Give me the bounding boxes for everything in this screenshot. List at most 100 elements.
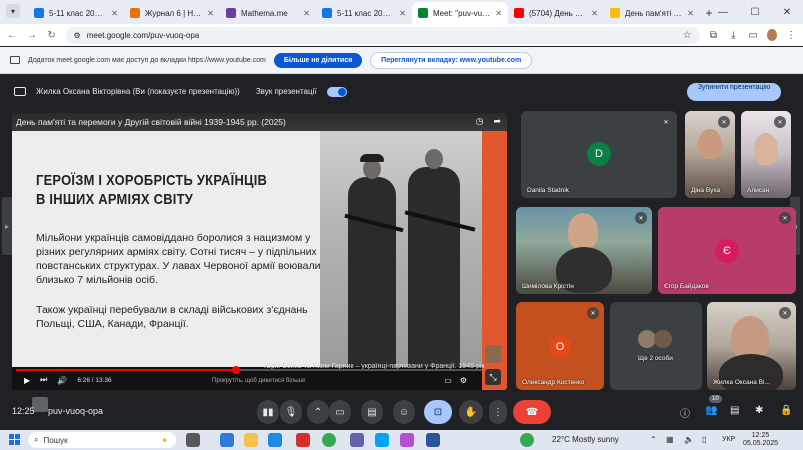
host-controls-icon[interactable]: 🔒 bbox=[780, 405, 792, 416]
forward-arrow-icon[interactable]: → bbox=[26, 28, 38, 42]
windows-start-icon[interactable] bbox=[9, 434, 20, 445]
presentation-sound-toggle[interactable] bbox=[326, 86, 347, 97]
task-view-icon[interactable] bbox=[186, 433, 200, 447]
teams-icon[interactable] bbox=[350, 433, 364, 447]
tab-youtube[interactable]: (5704) День пам'ят ✕ bbox=[508, 2, 604, 24]
chevron-left-icon[interactable]: ▸ bbox=[2, 197, 12, 255]
close-icon[interactable]: ✕ bbox=[687, 9, 694, 18]
back-arrow-icon[interactable]: ← bbox=[6, 28, 18, 42]
participant-tile[interactable]: ✕ Шимілова Крістін bbox=[516, 207, 652, 294]
browser-toolbar: ← → ↻ ⚙ meet.google.com/puv-vuoq-opa ☆ ⧉… bbox=[0, 24, 803, 46]
word-icon[interactable] bbox=[426, 433, 440, 447]
mic-off-icon: ✕ bbox=[660, 116, 672, 128]
participant-tile[interactable]: ✕ Алисан bbox=[741, 111, 791, 198]
audio-levels-icon[interactable]: ▮▮ bbox=[257, 400, 279, 424]
info-icon[interactable]: ⓘ bbox=[680, 405, 690, 420]
tab-day-memory[interactable]: День пам'яті та прим ✕ bbox=[604, 2, 700, 24]
app-icon[interactable] bbox=[375, 433, 389, 447]
more-options-icon[interactable]: ⋮ bbox=[489, 400, 507, 424]
menu-kebab-icon[interactable]: ⋮ bbox=[785, 28, 797, 42]
video-progress-bar[interactable] bbox=[16, 366, 482, 374]
leave-call-icon[interactable]: ☎ bbox=[513, 400, 551, 424]
minimize-button[interactable]: — bbox=[707, 0, 739, 24]
file-explorer-icon[interactable] bbox=[244, 433, 258, 447]
address-bar[interactable]: ⚙ meet.google.com/puv-vuoq-opa ☆ bbox=[65, 26, 700, 44]
microphone-icon[interactable]: 🎙 bbox=[280, 400, 302, 424]
close-icon[interactable]: ✕ bbox=[303, 9, 310, 18]
taskbar-clock[interactable]: 12:25 05.05.2025 bbox=[743, 432, 778, 448]
mail-app-icon[interactable] bbox=[220, 433, 234, 447]
volume-icon[interactable]: 🔈 bbox=[684, 435, 694, 444]
participant-tile[interactable]: ✕ Діна Вуха bbox=[685, 111, 735, 198]
tab-doc-2[interactable]: 5-11 клас 2024 (2).do ✕ bbox=[316, 2, 412, 24]
activities-icon[interactable]: ✱ bbox=[755, 405, 763, 416]
participant-tile[interactable]: О ✕ Олександр Костенко bbox=[516, 302, 604, 390]
url-text: meet.google.com/puv-vuoq-opa bbox=[86, 30, 200, 40]
emoji-icon[interactable]: ☺ bbox=[393, 400, 415, 424]
network-icon[interactable]: ▦ bbox=[666, 435, 674, 444]
screen: ▾ 5-11 клас 2024 (2).do ✕ Журнал 6 | Нов… bbox=[0, 0, 803, 450]
chevron-up-icon[interactable]: ⌃ bbox=[307, 400, 329, 424]
present-now-icon[interactable]: ⊡ bbox=[424, 400, 452, 424]
slide-paragraph-1: Мільйони українців самовіддано боролися … bbox=[36, 232, 322, 286]
tab-search-icon[interactable]: ▾ bbox=[6, 4, 20, 18]
download-icon[interactable]: ⤓ bbox=[727, 28, 739, 42]
settings-gear-icon[interactable]: ⚙ bbox=[460, 376, 467, 385]
captions-icon[interactable]: ▤ bbox=[361, 400, 383, 424]
presentation-stream[interactable]: День пам'яті та перемоги у Другій світов… bbox=[12, 113, 507, 390]
share-icon[interactable]: ➦ bbox=[493, 116, 501, 127]
close-icon[interactable]: ✕ bbox=[111, 9, 118, 18]
tab-meet[interactable]: Meet: "puv-vuoq ✕ bbox=[412, 2, 508, 24]
youtube-icon bbox=[514, 8, 524, 18]
participant-tile-self[interactable]: ✕ Жилка Оксана Ві... bbox=[707, 302, 796, 390]
sparkle-icon: ✦ bbox=[161, 435, 168, 445]
view-tab-button[interactable]: Переглянути вкладку: www.youtube.com bbox=[370, 51, 533, 69]
participant-name: Діна Вуха bbox=[691, 187, 721, 194]
store-icon[interactable] bbox=[268, 433, 282, 447]
maximize-button[interactable]: ☐ bbox=[739, 0, 771, 24]
people-icon[interactable]: 👥 bbox=[705, 405, 717, 416]
avatar: О bbox=[549, 336, 571, 358]
extensions-icon[interactable]: ⧉ bbox=[708, 28, 720, 42]
close-icon[interactable]: ✕ bbox=[399, 9, 406, 18]
close-window-button[interactable]: ✕ bbox=[771, 0, 803, 24]
participant-tile[interactable]: D ✕ Danila Stadnik bbox=[521, 111, 677, 198]
close-icon[interactable]: ✕ bbox=[591, 9, 598, 18]
channel-thumbnail[interactable] bbox=[485, 345, 501, 363]
stop-sharing-button[interactable]: Більше не ділитися bbox=[273, 52, 363, 68]
watch-later-icon[interactable]: ◷ bbox=[476, 116, 484, 127]
close-icon[interactable]: ✕ bbox=[207, 9, 214, 18]
chrome-icon[interactable] bbox=[322, 433, 336, 447]
camera-icon[interactable]: ▭ bbox=[329, 400, 351, 424]
language-indicator[interactable]: УКР bbox=[722, 436, 735, 443]
reload-icon[interactable]: ↻ bbox=[46, 28, 58, 42]
pip-expand-icon[interactable]: ⤡ bbox=[485, 369, 501, 385]
chevron-up-icon[interactable]: ⌃ bbox=[650, 435, 657, 444]
chat-icon[interactable]: ▤ bbox=[730, 405, 739, 416]
volume-icon[interactable]: 🔊 bbox=[57, 376, 67, 385]
tab-mathema[interactable]: Mathema.me ✕ bbox=[220, 2, 316, 24]
slides-icon bbox=[610, 8, 620, 18]
raise-hand-icon[interactable]: ✋ bbox=[459, 400, 483, 424]
participant-face bbox=[754, 133, 778, 165]
mic-off-icon: ✕ bbox=[779, 212, 791, 224]
tab-journal[interactable]: Журнал 6 | Нові знан ✕ bbox=[124, 2, 220, 24]
bookmark-star-icon[interactable]: ☆ bbox=[683, 30, 692, 41]
next-icon[interactable]: ⏭ bbox=[40, 375, 47, 385]
participant-tile[interactable]: Є ✕ Єгор Байдаков bbox=[658, 207, 796, 294]
taskbar-search[interactable]: ⌕ Пошук ✦ bbox=[28, 432, 176, 448]
more-participants-tile[interactable]: Ще 2 особи bbox=[610, 302, 702, 390]
play-icon[interactable]: ▶ bbox=[24, 376, 30, 385]
site-info-icon[interactable]: ⚙ bbox=[74, 31, 81, 40]
chrome-icon[interactable] bbox=[520, 433, 534, 447]
sidebar-icon[interactable]: ▭ bbox=[747, 28, 759, 42]
stop-presenting-button[interactable]: Зупинити презентацію bbox=[687, 83, 781, 101]
app-icon[interactable] bbox=[400, 433, 414, 447]
weather-widget[interactable]: 22°C Mostly sunny bbox=[552, 435, 619, 444]
app-icon[interactable] bbox=[296, 433, 310, 447]
tab-doc-1[interactable]: 5-11 клас 2024 (2).do ✕ bbox=[28, 2, 124, 24]
battery-icon[interactable]: ▯ bbox=[702, 435, 706, 444]
profile-avatar[interactable] bbox=[767, 29, 778, 41]
subtitles-icon[interactable]: ▭ bbox=[444, 376, 452, 385]
close-icon[interactable]: ✕ bbox=[495, 9, 502, 18]
